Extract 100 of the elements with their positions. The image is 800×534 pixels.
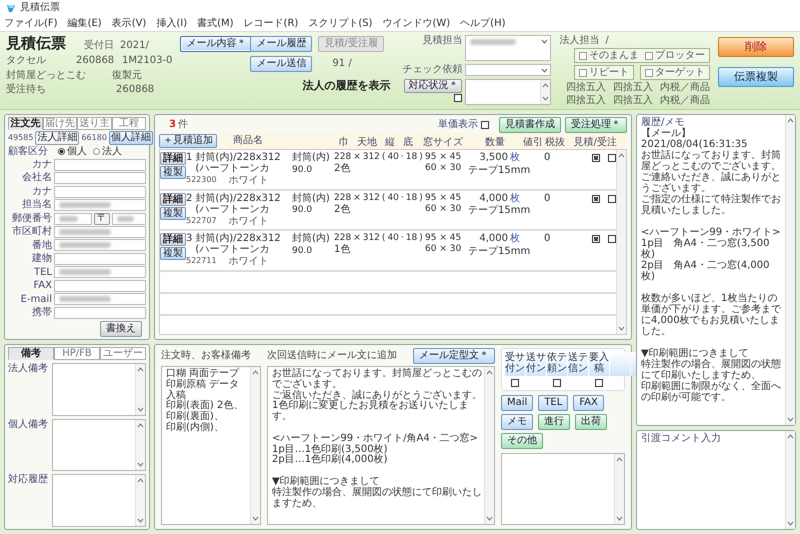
contact-log-button[interactable]: メモ — [501, 414, 533, 430]
menu-item[interactable]: 書式(M) — [197, 18, 234, 30]
flag-checkbox[interactable]: そのまんま — [579, 50, 639, 61]
scrollbar[interactable] — [484, 367, 494, 524]
chevron-down-icon[interactable] — [787, 417, 794, 422]
input-field[interactable] — [54, 280, 146, 292]
chevron-down-icon[interactable] — [137, 462, 144, 468]
input-field[interactable] — [54, 226, 146, 238]
input-field[interactable] — [54, 172, 146, 184]
input-field[interactable] — [54, 158, 146, 171]
contact-log-button[interactable]: その他 — [501, 433, 543, 449]
checkbox[interactable] — [595, 379, 603, 387]
mail-template-button[interactable]: メール定型文＊ — [413, 348, 495, 364]
contact-log-button[interactable]: 進行 — [538, 414, 570, 430]
chevron-down-icon[interactable] — [137, 406, 144, 412]
chevron-down-icon[interactable] — [541, 39, 548, 44]
chevron-up-icon[interactable] — [137, 367, 144, 372]
scrollbar[interactable] — [250, 367, 260, 524]
tab[interactable]: HP/FB — [54, 347, 100, 360]
menu-item[interactable]: ファイル(F) — [4, 18, 58, 30]
handover-comment-field[interactable]: 引渡コメント入力 — [636, 430, 796, 530]
chevron-up-icon[interactable] — [787, 434, 794, 439]
checkbox[interactable] — [608, 194, 616, 202]
check-request-dropdown[interactable] — [465, 64, 552, 76]
scrollbar[interactable] — [616, 150, 626, 334]
checkbox[interactable] — [592, 154, 600, 162]
checkbox[interactable] — [608, 235, 616, 243]
chevron-up-icon[interactable] — [252, 370, 259, 375]
mail-button[interactable]: メール履歴 — [250, 36, 312, 52]
chevron-up-icon[interactable] — [542, 83, 550, 88]
radio-option[interactable]: 個人 — [58, 146, 87, 158]
radio-option[interactable]: 法人 — [93, 146, 122, 158]
input-field[interactable] — [54, 306, 146, 319]
chevron-down-icon[interactable] — [787, 521, 794, 526]
menu-item[interactable]: スクリプト(S) — [308, 18, 372, 30]
corporate-history-link[interactable]: 法人の履歴を表示 — [302, 80, 394, 92]
menu-item[interactable]: 編集(E) — [68, 18, 102, 30]
postal-lookup-button[interactable]: 〒 — [94, 212, 110, 225]
chevron-up-icon[interactable] — [618, 153, 625, 158]
scrollbar[interactable] — [785, 115, 795, 425]
scrollbar[interactable] — [135, 475, 145, 526]
chevron-down-icon[interactable] — [618, 326, 625, 331]
input-field[interactable] — [54, 293, 146, 306]
chevron-down-icon[interactable] — [616, 516, 623, 521]
rewrite-button[interactable]: 書換え — [100, 320, 142, 337]
order-process-button[interactable]: 受注処理＊ — [565, 117, 627, 133]
scrollbar[interactable] — [785, 431, 795, 529]
status-button[interactable]: 対応状況＊ — [404, 79, 462, 93]
chevron-up-icon[interactable] — [486, 370, 493, 375]
copy-button[interactable]: 複製 — [160, 247, 186, 260]
chevron-down-icon[interactable] — [542, 96, 550, 101]
chevron-down-icon[interactable] — [137, 518, 144, 524]
create-estimate-button[interactable]: 見積書作成 — [499, 117, 561, 133]
menu-item[interactable]: 挿入(I) — [156, 18, 188, 30]
input-field[interactable] — [54, 199, 146, 212]
order-notes-textarea[interactable]: 口糊 両面テープ 印刷原稿 データ入稿 印刷(表面) 2色、 印刷(裏面)、 印刷(内側)、 — [161, 366, 261, 525]
tab[interactable]: ユーザー — [100, 347, 146, 360]
scrollbar[interactable] — [135, 420, 145, 470]
mail-button[interactable]: メール内容＊ — [180, 36, 252, 52]
tab[interactable]: 届け先 — [42, 117, 77, 130]
input-field[interactable] — [54, 266, 146, 278]
duplicate-button[interactable]: 伝票複製 — [718, 67, 794, 87]
scrollbar[interactable] — [540, 80, 550, 104]
mail-button[interactable]: メール送信 — [250, 56, 312, 72]
price-display-toggle[interactable]: 単価表示 — [438, 119, 489, 131]
tab[interactable]: 注文先 — [8, 117, 42, 130]
chevron-down-icon[interactable] — [252, 516, 259, 521]
scrollbar[interactable] — [135, 364, 145, 415]
flag-checkbox[interactable]: ブロッター — [645, 50, 705, 61]
address-lookup-field[interactable] — [112, 212, 146, 225]
checkbox[interactable] — [592, 235, 600, 243]
menu-item[interactable]: レコード(R) — [244, 18, 298, 30]
chevron-down-icon[interactable] — [541, 68, 548, 73]
postal-code-field[interactable] — [54, 212, 92, 225]
input-field[interactable] — [54, 239, 146, 252]
menu-item[interactable]: 表示(V) — [112, 18, 146, 30]
copy-button[interactable]: 複製 — [160, 166, 186, 179]
chevron-up-icon[interactable] — [137, 478, 144, 484]
corporate-detail-button[interactable]: 法人詳細 — [35, 131, 80, 145]
chevron-down-icon[interactable] — [486, 516, 493, 521]
chevron-up-icon[interactable] — [787, 118, 794, 123]
copy-button[interactable]: 複製 — [160, 206, 186, 220]
checkbox[interactable] — [553, 379, 561, 387]
detail-button[interactable]: 詳細 — [160, 233, 186, 246]
checkbox[interactable] — [592, 194, 600, 202]
tab[interactable]: 工程 — [112, 117, 146, 130]
contact-log-button[interactable]: FAX — [573, 395, 604, 411]
detail-button[interactable]: 詳細 — [160, 152, 186, 165]
menu-item[interactable]: ヘルプ(H) — [460, 18, 506, 30]
person-detail-button[interactable]: 個人詳細 — [108, 131, 153, 145]
scrollbar[interactable] — [614, 454, 624, 524]
input-field[interactable] — [54, 186, 146, 198]
input-field[interactable] — [54, 252, 146, 265]
checkbox[interactable] — [608, 154, 616, 162]
contact-log-button[interactable]: 出荷 — [575, 414, 607, 430]
add-estimate-button[interactable]: ＋見積追加 — [159, 134, 217, 148]
menu-item[interactable]: ウインドウ(W) — [382, 18, 450, 30]
checkbox[interactable] — [454, 94, 462, 102]
tab[interactable]: 備考 — [8, 347, 54, 360]
chevron-up-icon[interactable] — [137, 422, 144, 428]
